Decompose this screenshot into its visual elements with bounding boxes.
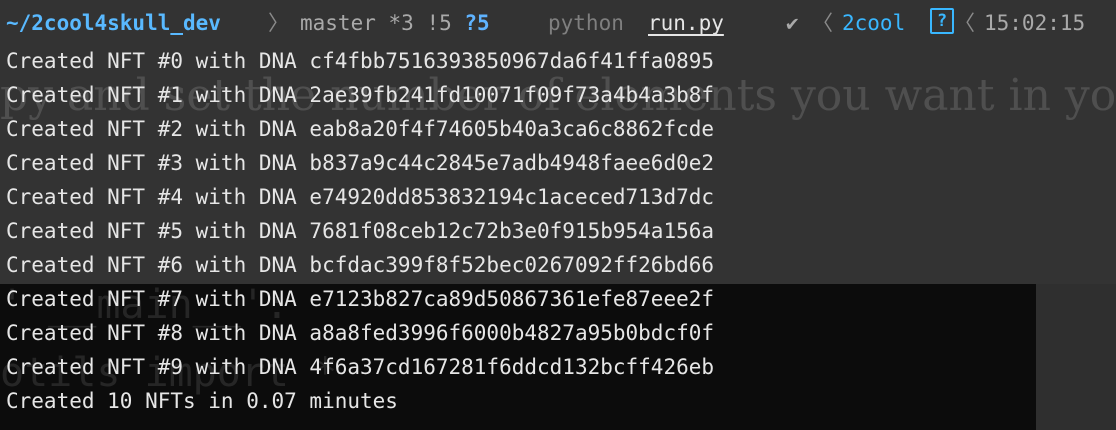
output-line: Created NFT #2 with DNA eab8a20f4f74605b… <box>6 117 715 141</box>
output-line: Created NFT #5 with DNA 7681f08ceb12c72b… <box>6 219 715 243</box>
git-status: *3 !5 <box>388 11 452 35</box>
background-editor-margin <box>1036 284 1116 430</box>
prompt-separator-icon: 〈 <box>812 11 833 35</box>
output-line: Created NFT #0 with DNA cf4fbb7516393850… <box>6 49 715 73</box>
question-box-icon: ? <box>930 8 954 34</box>
language-indicator: python <box>548 11 624 35</box>
checkmark-icon: ✔ <box>786 11 799 35</box>
current-directory: ~/2cool4skull_dev <box>6 11 221 35</box>
output-line: Created NFT #8 with DNA a8a8fed3996f6000… <box>6 321 715 345</box>
git-branch: master <box>300 11 376 35</box>
output-summary-line: Created 10 NFTs in 0.07 minutes <box>6 389 398 413</box>
output-line: Created NFT #7 with DNA e7123b827ca89d50… <box>6 287 715 311</box>
prompt-separator-icon: 〉 <box>268 11 289 35</box>
prompt-separator-icon: 〈 <box>954 11 975 35</box>
prompt-time: 15:02:15 <box>984 11 1086 35</box>
command-file: run.py <box>648 11 724 35</box>
output-line: Created NFT #9 with DNA 4f6a37cd167281f6… <box>6 355 715 379</box>
command-output[interactable]: Created NFT #0 with DNA cf4fbb7516393850… <box>6 44 714 418</box>
git-info: master *3 !5 ?5 <box>300 8 490 38</box>
output-line: Created NFT #1 with DNA 2ae39fb241fd1007… <box>6 83 715 107</box>
git-untracked: ?5 <box>464 11 490 35</box>
terminal-window[interactable]: py and set the number of elements you wa… <box>0 0 1116 430</box>
host-name: 2cool <box>842 11 906 35</box>
output-line: Created NFT #6 with DNA bcfdac399f8f52be… <box>6 253 715 277</box>
output-line: Created NFT #3 with DNA b837a9c44c2845e7… <box>6 151 715 175</box>
output-line: Created NFT #4 with DNA e74920dd85383219… <box>6 185 715 209</box>
shell-prompt: ~/2cool4skull_dev 〉 master *3 !5 ?5 pyth… <box>0 8 1116 38</box>
